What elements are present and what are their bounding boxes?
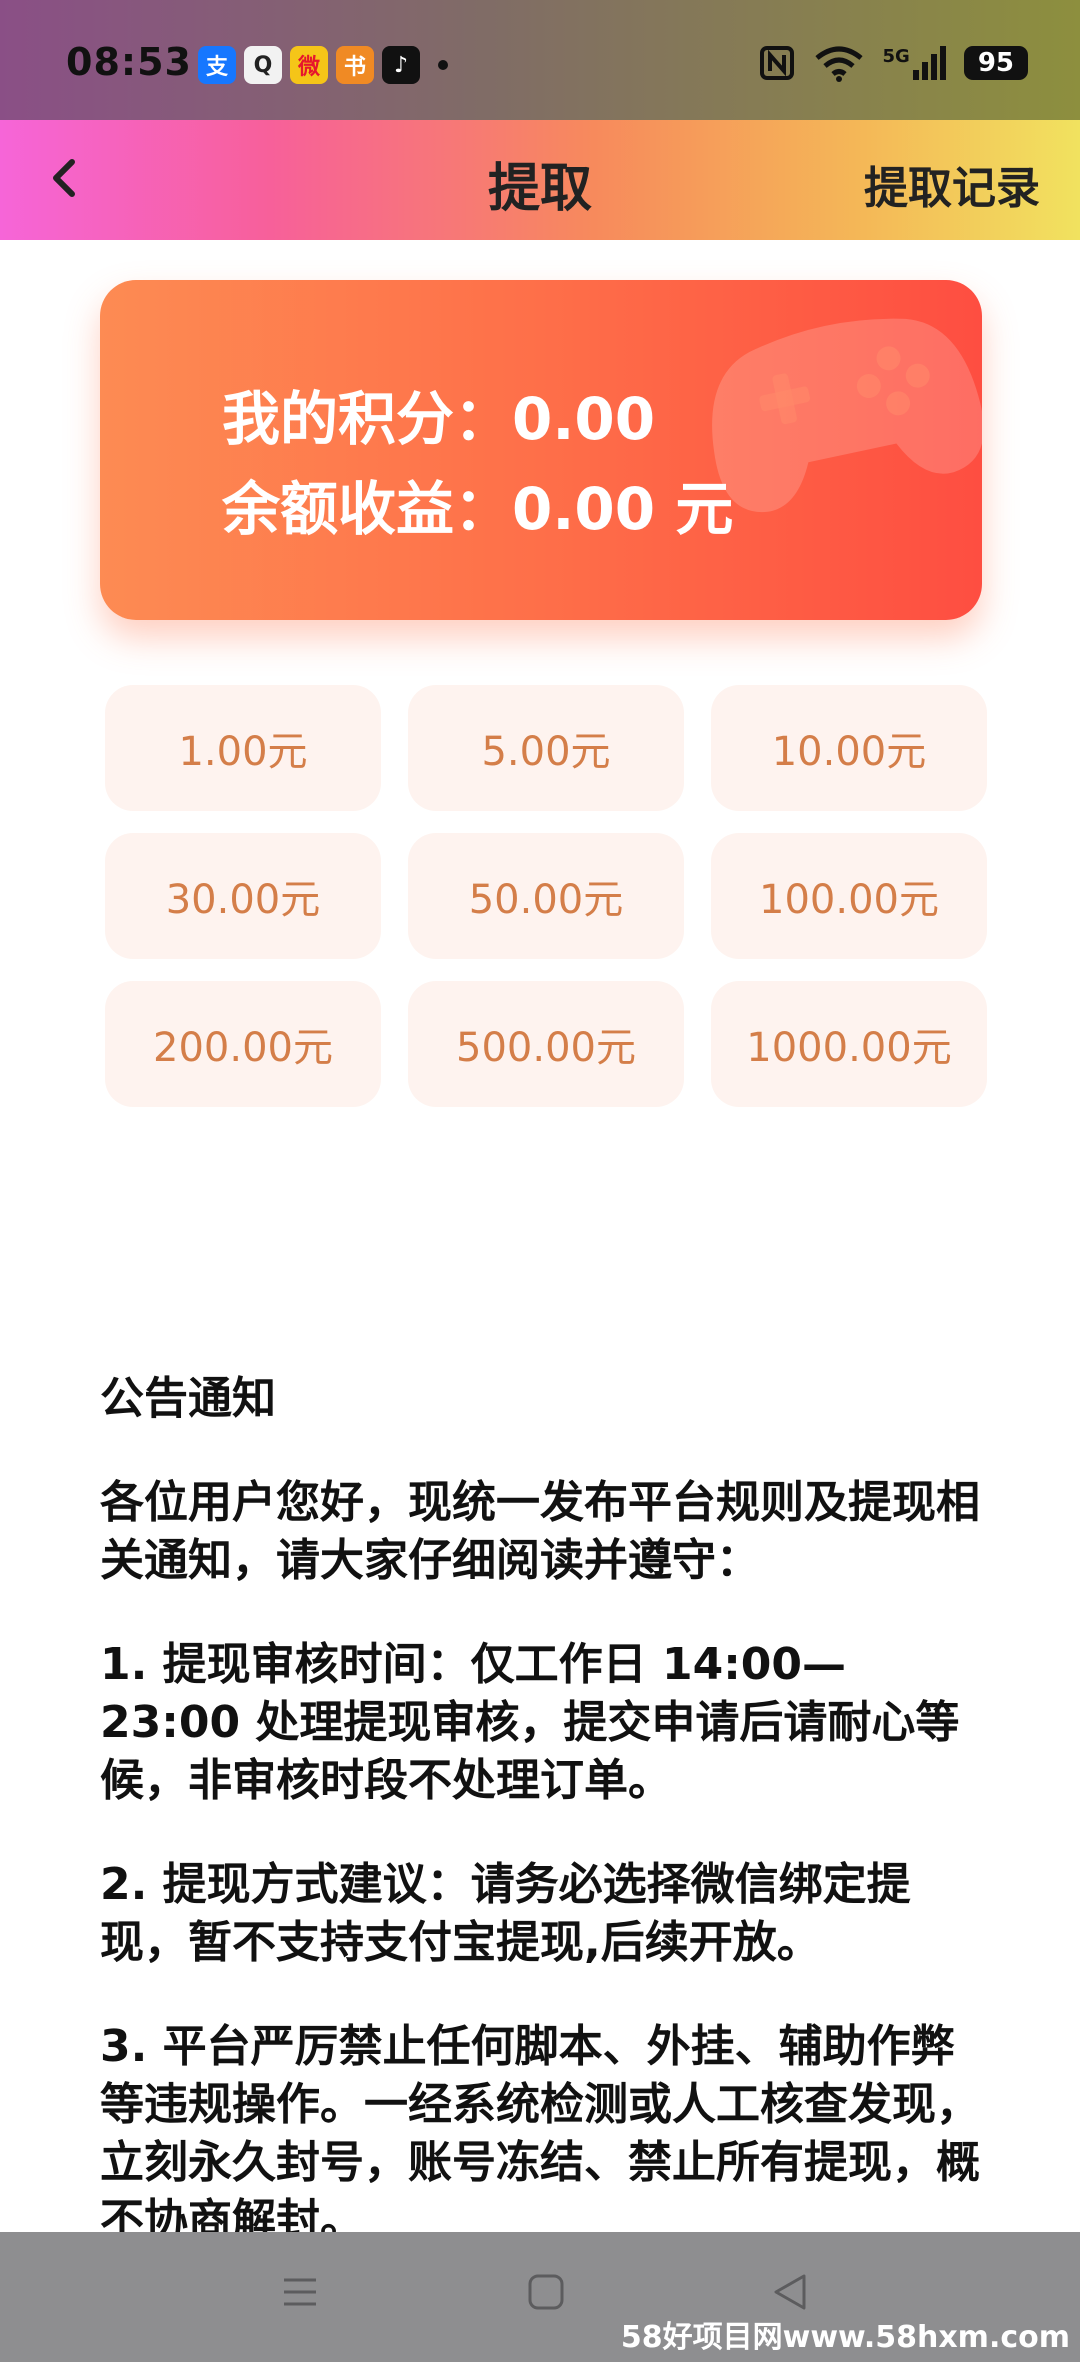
- system-icons: 5G 95: [759, 44, 1028, 82]
- menu-icon: [284, 2278, 316, 2306]
- alipay-icon: 支: [198, 46, 236, 84]
- notice-section: 公告通知 各位用户您好，现统一发布平台规则及提现相关通知，请大家仔细阅读并遵守：…: [100, 1370, 980, 2296]
- tiktok-icon: ♪: [382, 46, 420, 84]
- notice-intro: 各位用户您好，现统一发布平台规则及提现相关通知，请大家仔细阅读并遵守：: [100, 1477, 980, 1586]
- gamepad-icon: [712, 318, 982, 513]
- earnings-row: 余额收益：0.00 元: [222, 462, 733, 546]
- weibo-icon: 微: [290, 46, 328, 84]
- amount-option[interactable]: 10.00元: [711, 685, 987, 811]
- menu-button[interactable]: [280, 2272, 320, 2316]
- withdraw-records-link[interactable]: 提取记录: [864, 152, 1040, 216]
- more-notifications-icon: [438, 60, 448, 70]
- amount-option[interactable]: 100.00元: [711, 833, 987, 959]
- triangle-back-icon: [774, 2274, 806, 2310]
- notice-item-1: 1. 提现审核时间：仅工作日 14:00—23:00 处理提现审核，提交申请后请…: [100, 1639, 960, 1806]
- cellular-signal-icon: 5G: [883, 46, 946, 80]
- amount-option[interactable]: 5.00元: [408, 685, 684, 811]
- amount-options: 1.00元 5.00元 10.00元 30.00元 50.00元 100.00元…: [105, 685, 987, 1107]
- earnings-unit: 元: [675, 475, 734, 543]
- amount-option[interactable]: 200.00元: [105, 981, 381, 1107]
- network-type: 5G: [882, 46, 910, 67]
- status-time: 08:53: [66, 40, 192, 84]
- status-bar: 08:53 支 Q 微 书 ♪ 5G 95: [0, 0, 1080, 120]
- home-icon: [528, 2274, 564, 2310]
- amount-option[interactable]: 1000.00元: [711, 981, 987, 1107]
- battery-level: 95: [963, 46, 1028, 80]
- points-label: 我的积分：: [222, 385, 513, 453]
- notice-title: 公告通知: [100, 1373, 276, 1424]
- system-nav-bar: 58好项目网www.58hxm.com: [0, 2232, 1080, 2362]
- back-nav-button[interactable]: [770, 2272, 810, 2316]
- notice-item-3: 3. 平台严厉禁止任何脚本、外挂、辅助作弊等违规操作。一经系统检测或人工核查发现…: [100, 2021, 980, 2246]
- notification-icons: 支 Q 微 书 ♪: [198, 46, 448, 84]
- amount-option[interactable]: 500.00元: [408, 981, 684, 1107]
- amount-option[interactable]: 50.00元: [408, 833, 684, 959]
- books-icon: 书: [336, 46, 374, 84]
- wifi-icon: [814, 46, 863, 82]
- points-value: 0.00: [512, 385, 656, 453]
- watermark: 58好项目网www.58hxm.com: [620, 2320, 1070, 2355]
- notice-item-2: 2. 提现方式建议：请务必选择微信绑定提现，暂不支持支付宝提现,后续开放。: [100, 1859, 911, 1968]
- amount-option[interactable]: 1.00元: [105, 685, 381, 811]
- home-button[interactable]: [526, 2272, 566, 2316]
- qq-icon: Q: [244, 46, 282, 84]
- amount-option[interactable]: 30.00元: [105, 833, 381, 959]
- earnings-label: 余额收益：: [222, 475, 513, 543]
- points-row: 我的积分：0.00: [222, 372, 655, 456]
- balance-card: 我的积分：0.00 余额收益：0.00 元: [100, 280, 982, 620]
- header-bar: 提取 提取记录: [0, 120, 1080, 240]
- nfc-icon: [759, 46, 794, 80]
- earnings-value: 0.00: [512, 475, 656, 543]
